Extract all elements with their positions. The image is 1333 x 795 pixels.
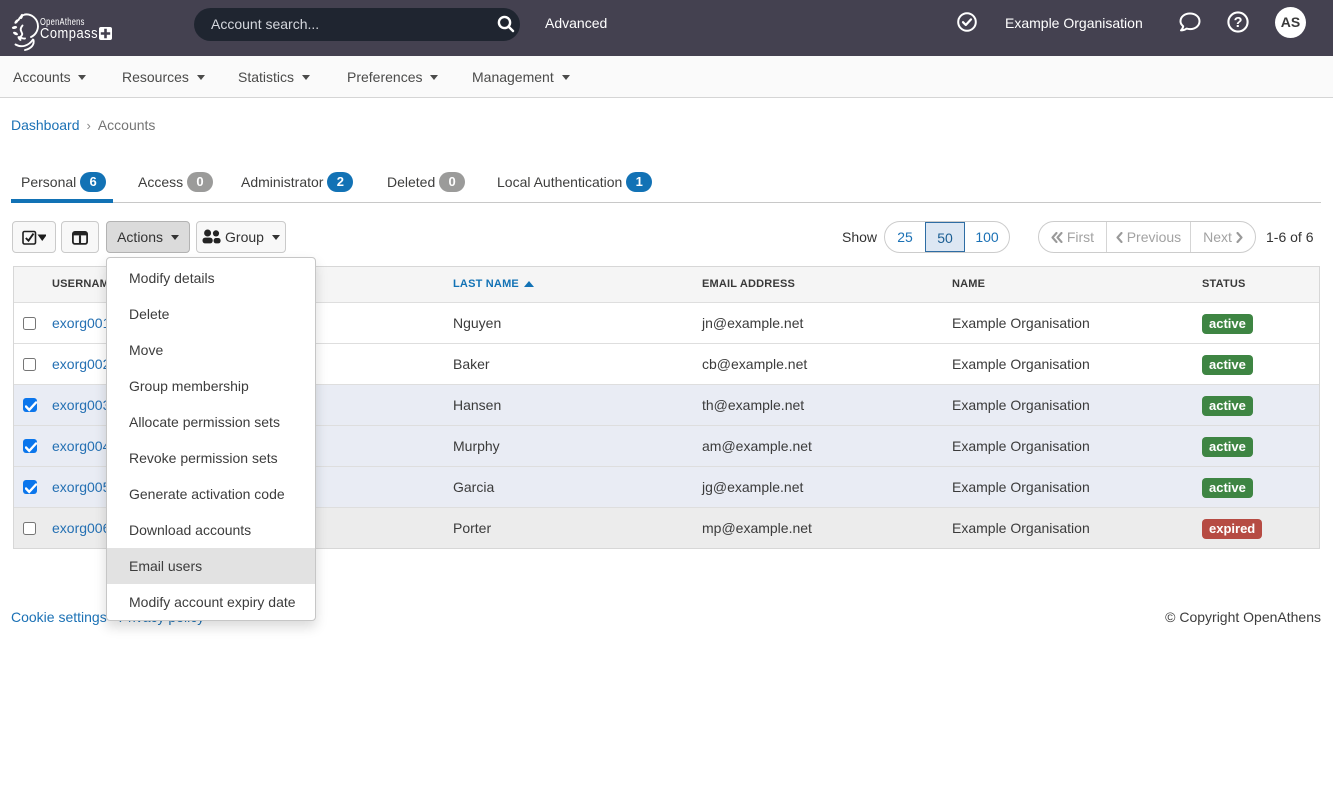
svg-text:?: ? [1234, 15, 1243, 31]
